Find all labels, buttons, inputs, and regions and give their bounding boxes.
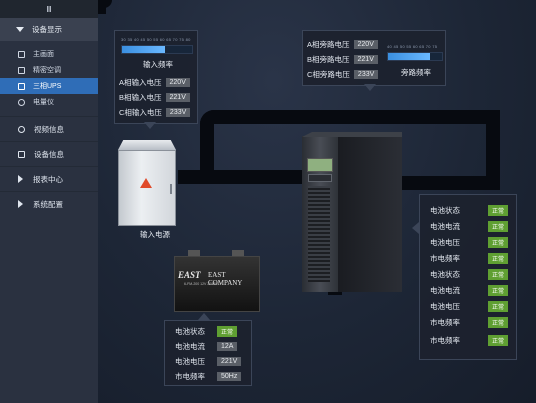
sidebar-item-label: 电量仪 xyxy=(33,99,54,106)
battery-status-row: 电池状态 正常 xyxy=(175,326,238,337)
ac-icon xyxy=(18,66,25,74)
panel-pointer xyxy=(364,84,376,91)
menu-toggle-icon[interactable]: Ⅲ xyxy=(0,0,98,18)
battery-current-row: 电池电流 12A xyxy=(175,341,238,352)
sidebar-item-ups[interactable]: 三相UPS xyxy=(0,78,98,94)
pipe xyxy=(200,110,500,124)
panel-pointer xyxy=(412,222,419,234)
bypass-voltage-row: C相旁路电压 233V xyxy=(307,69,379,80)
meter-icon xyxy=(18,98,25,106)
panel-pointer xyxy=(144,122,156,129)
input-frequency-bar xyxy=(121,45,193,54)
ups-icon xyxy=(18,82,25,90)
sidebar: Ⅲ 设备显示 主画面 精密空调 三相UPS 电量仪 视频信息 设备信息 报表中心… xyxy=(0,0,99,403)
bypass-voltage-row: B相旁路电压 221V xyxy=(307,54,378,65)
input-panel: 30 35 40 45 50 55 60 65 70 75 80 输入频率 A相… xyxy=(114,30,198,124)
grid-icon xyxy=(18,50,25,58)
video-icon xyxy=(18,125,25,133)
sidebar-item-meter[interactable]: 电量仪 xyxy=(0,94,98,110)
ups-tower xyxy=(298,132,402,292)
ups-diagram-area: 30 35 40 45 50 55 60 65 70 75 80 输入频率 A相… xyxy=(98,0,536,403)
sidebar-item-label: 主画面 xyxy=(33,51,54,58)
sidebar-item-label: 设备信息 xyxy=(34,149,64,159)
sidebar-group-device-display[interactable]: 设备显示 xyxy=(0,18,98,41)
ups-status-row: 电池电流 正常 xyxy=(430,221,520,232)
cabinet-label: 输入电源 xyxy=(140,230,170,239)
ups-status-row: 市电频率 正常 xyxy=(430,335,520,346)
bypass-scale: 40 45 50 55 60 65 70 75 xyxy=(387,44,438,49)
bypass-voltage-row: A相旁路电压 220V xyxy=(307,39,378,50)
sidebar-item-main[interactable]: 主画面 xyxy=(0,46,98,62)
ups-status-row: 市电频率 正常 xyxy=(430,317,520,328)
sidebar-item-report[interactable]: 报表中心 xyxy=(0,166,98,191)
ups-status-row: 电池电流 正常 xyxy=(430,285,520,296)
input-voltage-row: A相输入电压 220V xyxy=(119,77,190,88)
caret-right-icon xyxy=(18,200,23,208)
ups-status-row: 电池状态 正常 xyxy=(430,269,520,280)
battery-voltage-row: 电池电压 221V xyxy=(175,356,242,367)
ups-status-panel: 电池状态 正常 电池电流 正常 电池电压 正常 市电频率 正常 电池状态 正常 电池电流正… xyxy=(419,194,517,360)
ups-status-row: 电池电压 正常 xyxy=(430,237,520,248)
ups-display xyxy=(307,158,333,172)
bypass-frequency-bar xyxy=(387,52,443,61)
sidebar-group-label: 设备显示 xyxy=(32,25,62,34)
bypass-frequency-title: 旁路频率 xyxy=(401,68,431,77)
input-voltage-row: C相输入电压 233V xyxy=(119,107,191,118)
sidebar-item-label: 系统配置 xyxy=(33,199,63,209)
input-cabinet xyxy=(114,140,180,226)
input-frequency-title: 输入频率 xyxy=(143,60,173,69)
sidebar-item-label: 视频信息 xyxy=(34,124,64,134)
warning-icon xyxy=(140,178,152,188)
mains-frequency-row: 市电频率 50Hz xyxy=(175,371,242,382)
sidebar-item-config[interactable]: 系统配置 xyxy=(0,191,98,216)
pipe xyxy=(398,176,500,190)
sidebar-item-video[interactable]: 视频信息 xyxy=(0,116,98,141)
caret-right-icon xyxy=(18,175,23,183)
sidebar-item-device-info[interactable]: 设备信息 xyxy=(0,141,98,166)
battery-brand: EAST xyxy=(178,270,201,280)
pipe xyxy=(178,170,318,184)
battery-spec: 6-FM-200 12V 200Ah xyxy=(184,282,218,286)
ups-status-row: 电池状态 正常 xyxy=(430,205,520,216)
input-scale: 30 35 40 45 50 55 60 65 70 75 80 xyxy=(121,37,191,42)
ups-status-row: 市电频率 正常 xyxy=(430,253,520,264)
sidebar-item-label: 三相UPS xyxy=(33,83,62,90)
panel-pointer xyxy=(198,313,210,320)
battery: EAST EAST COMPANY 6-FM-200 12V 200Ah xyxy=(174,250,260,312)
sidebar-item-ac[interactable]: 精密空调 xyxy=(0,62,98,78)
ups-status-row: 电池电压 正常 xyxy=(430,301,520,312)
device-icon xyxy=(18,150,25,158)
sidebar-item-label: 报表中心 xyxy=(33,174,63,184)
input-voltage-row: B相输入电压 221V xyxy=(119,92,190,103)
sidebar-item-label: 精密空调 xyxy=(33,67,61,74)
pipe xyxy=(98,0,106,14)
caret-down-icon xyxy=(16,27,24,32)
battery-panel: 电池状态 正常 电池电流 12A 电池电压 221V 市电频率 50Hz xyxy=(164,320,252,386)
bypass-panel: A相旁路电压 220V B相旁路电压 221V C相旁路电压 233V 40 45 5… xyxy=(302,30,446,86)
